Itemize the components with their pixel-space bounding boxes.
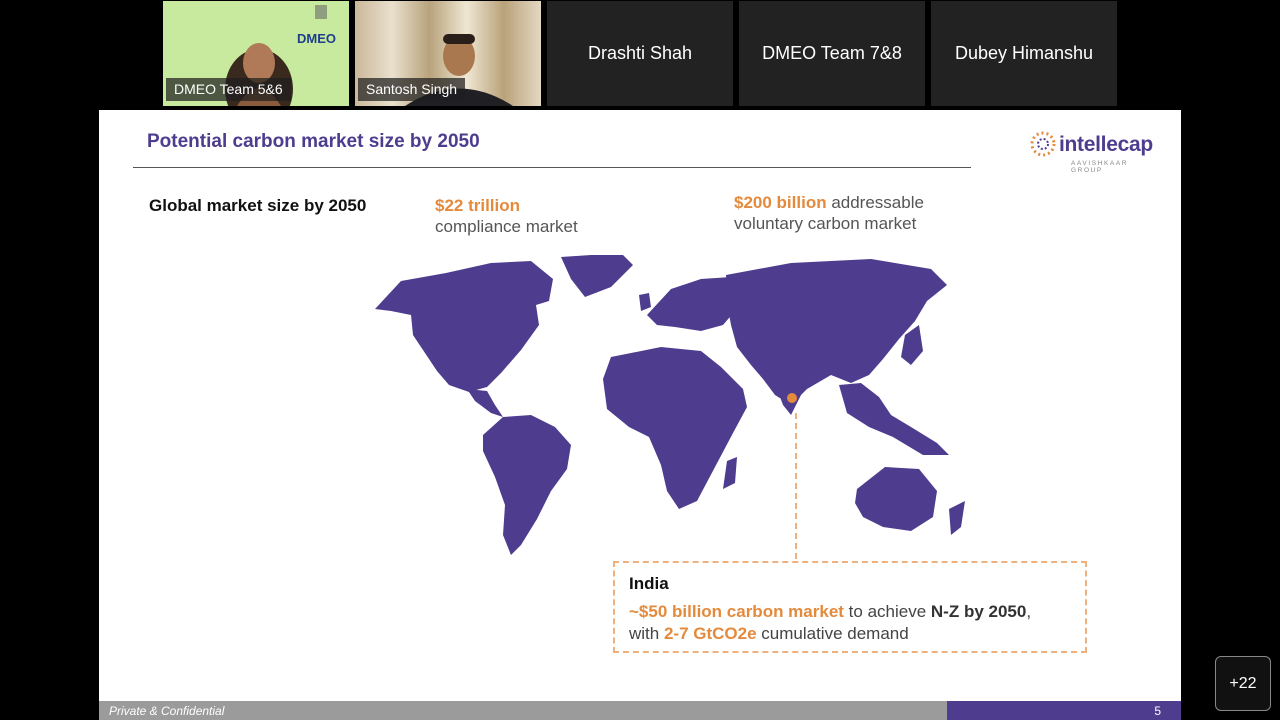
madagascar-shape: [723, 457, 737, 489]
stat-desc: compliance market: [435, 217, 578, 236]
page-number: 5: [1154, 704, 1161, 718]
north-america-shape: [375, 261, 553, 392]
participant-name: DMEO Team 5&6: [166, 78, 291, 101]
india-marker-icon: [787, 393, 797, 403]
dmeo-logo-text: DMEO: [297, 31, 336, 46]
world-map: [375, 255, 965, 555]
logo-subtext: AAVISHKAAR GROUP: [1071, 160, 1129, 174]
south-america-shape: [483, 415, 571, 555]
participant-name: DMEO Team 7&8: [762, 43, 902, 63]
global-market-label: Global market size by 2050: [149, 196, 367, 215]
australia-shape: [855, 467, 937, 531]
callout-text: ,: [1026, 602, 1032, 621]
participant-tile[interactable]: DMEO Team 7&8: [739, 1, 925, 106]
stat-value: $22 trillion: [435, 196, 521, 215]
slide-footer: Private & Confidential 5: [99, 701, 1181, 720]
participant-name: Santosh Singh: [358, 78, 466, 101]
compliance-stat: $22 trillion compliance market: [435, 195, 578, 237]
voluntary-stat: $200 billion addressable voluntary carbo…: [734, 192, 924, 234]
stat-desc: voluntary carbon market: [734, 214, 917, 233]
callout-emphasis: N-Z by 2050: [930, 602, 1027, 621]
southeast-asia-shape: [839, 383, 949, 455]
participant-name: Dubey Himanshu: [954, 43, 1094, 63]
slide-title: Potential carbon market size by 2050: [147, 131, 480, 152]
participant-name: Drashti Shah: [587, 43, 693, 63]
callout-highlight: 2-7 GtCO2e: [663, 624, 757, 643]
new-zealand-shape: [949, 501, 965, 535]
stat-desc: addressable: [826, 193, 924, 212]
participant-tile[interactable]: DMEO DMEO Team 5&6: [163, 1, 349, 106]
participant-tile[interactable]: Santosh Singh: [355, 1, 541, 106]
callout-highlight: ~$50 billion carbon market: [629, 602, 844, 621]
page-number-bar: 5: [947, 701, 1181, 720]
uk-shape: [639, 293, 651, 311]
confidential-label: Private & Confidential: [109, 704, 225, 718]
callout-text: with: [629, 624, 664, 643]
participant-tile[interactable]: Dubey Himanshu: [931, 1, 1117, 106]
more-participants-button[interactable]: +22: [1215, 656, 1271, 711]
callout-connector: [795, 413, 797, 559]
callout-body: ~$50 billion carbon market to achieve N-…: [629, 601, 1031, 645]
logo-text: intellecap: [1059, 133, 1153, 156]
title-divider: [133, 167, 971, 168]
india-callout: India ~$50 billion carbon market to achi…: [613, 561, 1087, 653]
callout-text: cumulative demand: [756, 624, 909, 643]
callout-text: to achieve: [843, 602, 931, 621]
participant-tile[interactable]: Drashti Shah: [547, 1, 733, 106]
logo-mark-icon: [1030, 131, 1056, 157]
callout-title: India: [629, 574, 669, 593]
stat-value: $200 billion: [734, 193, 827, 212]
intellecap-logo: intellecap AAVISHKAAR GROUP: [1029, 124, 1153, 174]
central-america-shape: [467, 389, 503, 417]
greenland-shape: [561, 255, 633, 297]
shared-slide: Potential carbon market size by 2050 int…: [99, 110, 1181, 720]
